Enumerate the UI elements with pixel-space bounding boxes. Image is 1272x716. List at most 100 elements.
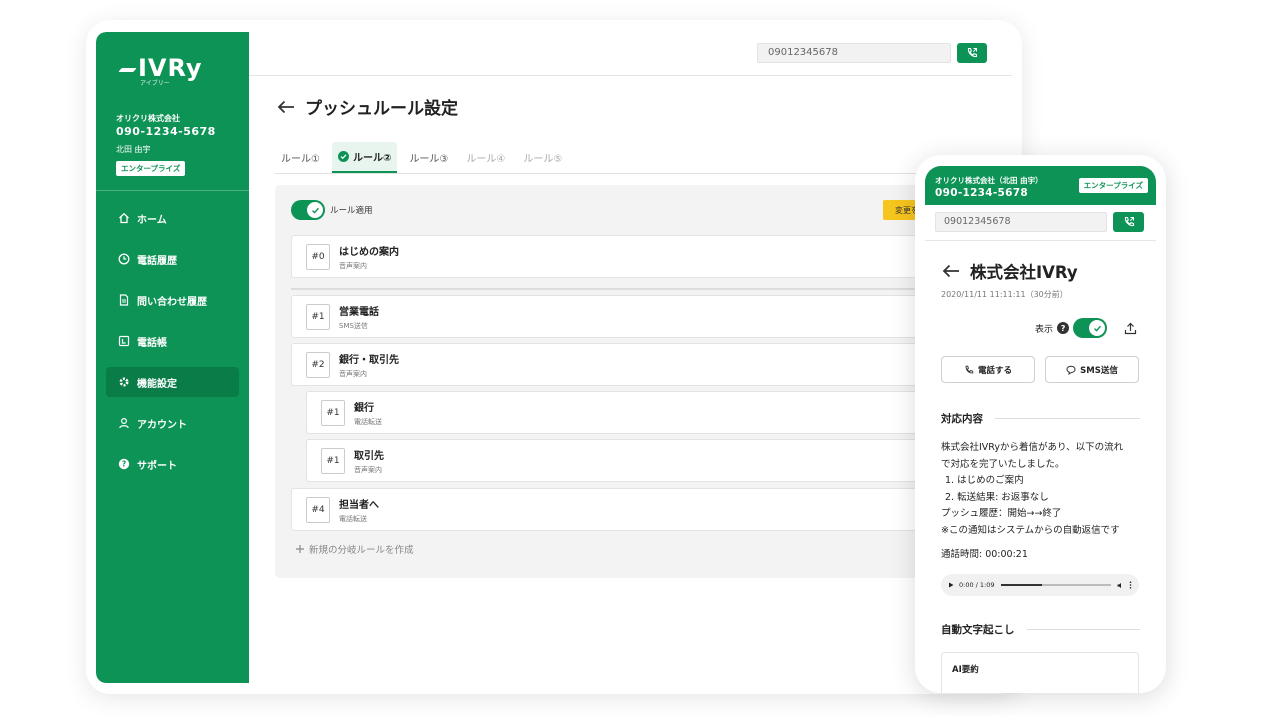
company-phone: 090-1234-5678 [116,125,216,138]
sidebar-item-label: 電話履歴 [137,255,177,267]
sms-send-button[interactable]: SMS送信 [1045,356,1139,383]
phone-call-button[interactable] [1113,212,1144,232]
rule-number: #1 [321,399,345,426]
rule-card[interactable]: #0 はじめの案内 音声案内 [291,235,931,278]
plan-badge: エンタープライズ [116,161,186,176]
call-button[interactable] [957,43,987,63]
call-duration: 通話時間: 00:00:21 [941,549,1028,560]
sidebar-item-feature-settings[interactable]: 機能設定 [106,367,239,397]
tab-label: ルール⑤ [523,154,563,165]
phone-header: オリクリ株式会社（北田 由宇） 090-1234-5678 エンタープライズ [925,166,1156,205]
tab-rule-5[interactable]: ルール⑤ [517,142,568,173]
sidebar-item-account[interactable]: アカウント [106,408,239,438]
document-icon [117,294,130,307]
volume-icon[interactable] [1117,582,1124,589]
contact-title: 株式会社IVRy [942,259,1078,283]
svg-text:?: ? [121,460,125,469]
back-arrow-icon[interactable] [942,264,960,278]
rule-action: 音声案内 [354,465,382,474]
rule-title: 銀行・取引先 [339,354,399,366]
back-arrow-icon[interactable] [277,100,295,114]
check-circle-icon [337,151,349,162]
sidebar-item-label: 機能設定 [137,378,177,390]
phone-plan-badge: エンタープライズ [1078,178,1148,193]
rule-title: 担当者へ [339,499,379,511]
check-icon [1089,320,1106,336]
logo-text: IVRy [138,54,203,82]
body-line: 1. はじめのご案内 [945,475,1024,486]
phonebook-icon [117,335,130,348]
sidebar-item-label: 電話帳 [137,337,167,349]
rule-apply-toggle[interactable] [291,200,325,220]
share-icon[interactable] [1124,322,1137,335]
sidebar-item-label: サポート [137,460,177,472]
rule-card[interactable]: #2 銀行・取引先 音声案内 [291,343,931,386]
audio-player[interactable]: 0:00 / 1:09 [941,574,1139,596]
audio-time: 0:00 / 1:09 [959,581,995,589]
audio-progress-bar[interactable] [1000,584,1111,586]
display-toggle[interactable] [1073,318,1108,338]
topbar: 09012345678 [249,32,1012,76]
rule-number: #2 [306,351,330,378]
gear-icon [117,376,130,389]
sidebar-divider [96,190,249,191]
body-line: で対応を完了いたしました。 [941,458,1065,470]
company-name: オリクリ株式会社 [116,114,180,123]
tab-rule-4[interactable]: ルール④ [460,142,511,173]
body-line: 2. 転送結果: お返事なし [945,491,1049,503]
sidebar-item-inquiry-history[interactable]: 問い合わせ履歴 [106,285,239,315]
rule-title: はじめの案内 [339,246,399,258]
rule-action: 電話転送 [339,514,367,523]
plus-icon [296,545,304,553]
display-label: 表示 [1035,324,1054,335]
phone-screen: オリクリ株式会社（北田 由宇） 090-1234-5678 エンタープライズ 0… [925,166,1156,693]
rule-number: #1 [306,303,330,330]
tab-label: ルール③ [409,154,449,165]
tab-rule-3[interactable]: ルール③ [403,142,454,173]
tab-rule-2[interactable]: ルール② [331,142,398,173]
sidebar-item-phonebook[interactable]: 電話帳 [106,326,239,356]
logo[interactable]: IVRy [116,50,239,80]
tab-rule-1[interactable]: ルール① [275,142,326,173]
company-info: オリクリ株式会社 090-1234-5678 北田 由宇 エンタープライズ [116,113,239,176]
phone-number-input[interactable]: 09012345678 [935,212,1107,232]
rule-number: #4 [306,496,330,523]
rule-card[interactable]: #4 担当者へ 電話転送 [291,488,931,531]
rule-card-nested[interactable]: #1 銀行 電話転送 [306,391,931,434]
sidebar-nav: ホーム 電話履歴 問い合わせ履歴 電話帳 機能設定 アカウント ? サポート [106,203,239,479]
phone-icon [1124,216,1134,227]
rule-card-nested[interactable]: #1 取引先 音声案内 [306,439,931,482]
rule-card[interactable]: #1 営業電話 SMS送信 [291,295,931,338]
desktop-window: IVRy アイブリー オリクリ株式会社 090-1234-5678 北田 由宇 … [86,20,1022,694]
section-title-text: 自動文字起こし [941,624,1015,636]
rule-action: 音声案内 [339,261,367,270]
page-title: プッシュルール設定 [277,94,458,119]
phone-number-input[interactable]: 09012345678 [757,43,951,63]
phone-icon [965,365,974,373]
body-line: ※この通知はシステムからの自動返信です [941,524,1120,536]
tab-label: ルール① [281,154,320,165]
play-icon[interactable] [948,582,954,588]
rule-action: 電話転送 [354,417,382,426]
rule-action: SMS送信 [339,321,368,330]
sidebar-item-home[interactable]: ホーム [106,203,239,233]
phone-mockup: オリクリ株式会社（北田 由宇） 090-1234-5678 エンタープライズ 0… [915,155,1166,693]
add-rule-button[interactable]: 新規の分岐ルールを作成 [295,542,414,556]
help-icon[interactable]: ? [1057,322,1070,334]
call-contact-button[interactable]: 電話する [941,356,1035,383]
more-options-icon[interactable] [1129,581,1132,589]
page-title-text: プッシュルール設定 [305,99,458,119]
phone-search-bar: 09012345678 [925,205,1156,241]
sidebar-item-call-history[interactable]: 電話履歴 [106,244,239,274]
sms-send-label: SMS送信 [1080,365,1118,376]
sidebar-item-label: 問い合わせ履歴 [137,296,207,308]
sidebar-item-support[interactable]: ? サポート [106,449,239,479]
section-divider [995,418,1140,419]
contact-title-text: 株式会社IVRy [970,263,1078,282]
rule-number: #0 [306,243,330,270]
main-content: 09012345678 プッシュルール設定 ルール① ルール② ルール③ ルール… [249,32,1012,683]
rule-tabs: ルール① ルール② ルール③ ルール④ ルール⑤ [275,142,1012,174]
ai-summary-label: AI要約 [952,665,979,675]
user-name: 北田 由宇 [116,145,151,154]
rule-separator [291,288,931,290]
